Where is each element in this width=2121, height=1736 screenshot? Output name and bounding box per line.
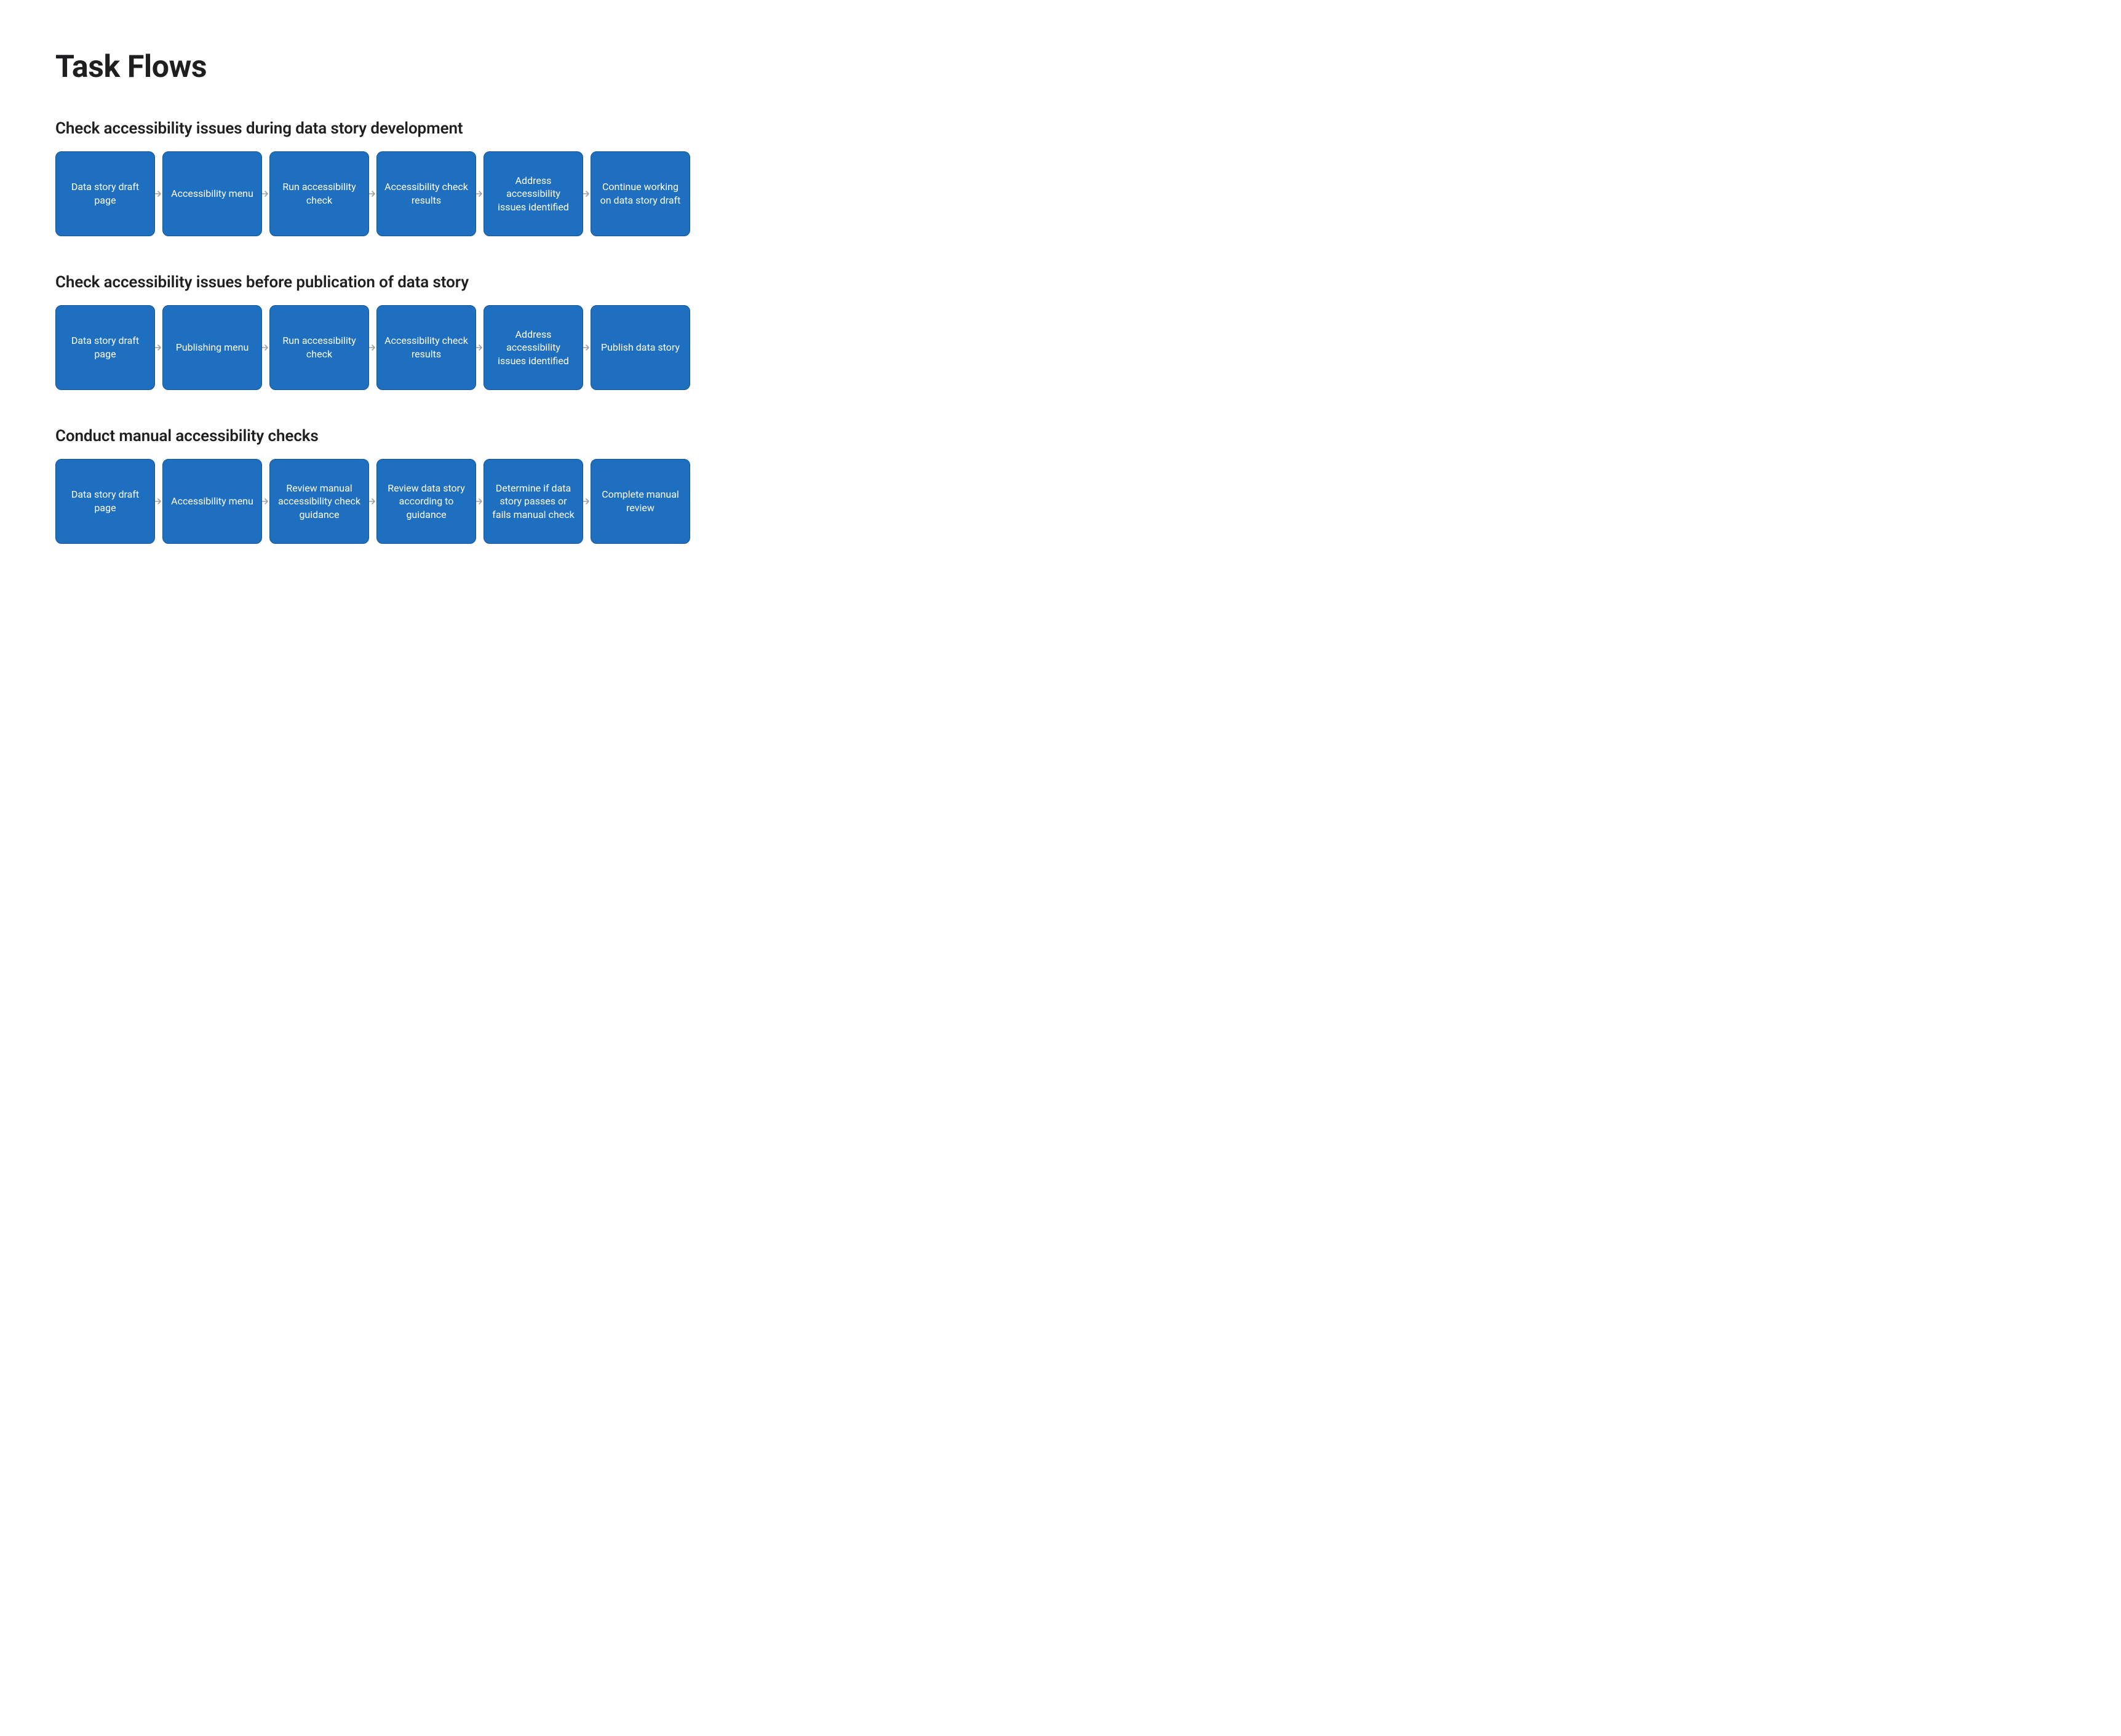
flow-section: Check accessibility issues before public… [55,273,683,390]
flow-step-label: Accessibility menu [171,187,253,201]
flow-step: Review manual accessibility check guidan… [269,459,369,544]
flow-step-label: Data story draft page [63,180,147,207]
arrow-right-icon [262,189,269,199]
flow-step: Accessibility menu [162,151,262,236]
flow-step: Publish data story [591,305,690,390]
flow-step-label: Review data story according to guidance [384,482,468,522]
flow-row: Data story draft page Accessibility menu… [55,459,683,544]
flow-step: Publishing menu [162,305,262,390]
flow-step: Data story draft page [55,459,155,544]
flow-step-label: Publishing menu [176,341,249,354]
flow-step: Accessibility check results [376,305,476,390]
flow-step: Run accessibility check [269,151,369,236]
flow-step: Accessibility check results [376,151,476,236]
flow-step-label: Accessibility check results [384,180,468,207]
flow-step-label: Address accessibility issues identified [491,328,575,368]
flow-step-label: Data story draft page [63,334,147,360]
flow-step: Address accessibility issues identified [483,305,583,390]
flow-step-label: Accessibility check results [384,334,468,360]
flow-step-label: Determine if data story passes or fails … [491,482,575,522]
arrow-right-icon [155,343,162,352]
flow-step-label: Address accessibility issues identified [491,174,575,214]
flow-step: Data story draft page [55,151,155,236]
flow-step: Run accessibility check [269,305,369,390]
flow-title: Check accessibility issues during data s… [55,119,683,138]
arrow-right-icon [369,343,376,352]
arrow-right-icon [583,189,591,199]
task-flows-page: Task Flows Check accessibility issues du… [0,0,738,630]
arrow-right-icon [476,343,483,352]
flow-step-label: Data story draft page [63,488,147,514]
flow-step-label: Continue working on data story draft [599,180,682,207]
flow-step-label: Publish data story [601,341,680,354]
arrow-right-icon [262,496,269,506]
page-title: Task Flows [55,49,683,85]
flow-step-label: Complete manual review [599,488,682,514]
arrow-right-icon [476,496,483,506]
flow-row: Data story draft page Accessibility menu… [55,151,683,236]
arrow-right-icon [155,496,162,506]
flow-step: Address accessibility issues identified [483,151,583,236]
flow-row: Data story draft page Publishing menu Ru… [55,305,683,390]
flow-step: Complete manual review [591,459,690,544]
arrow-right-icon [155,189,162,199]
flow-step: Accessibility menu [162,459,262,544]
arrow-right-icon [583,343,591,352]
flow-section: Conduct manual accessibility checks Data… [55,427,683,544]
arrow-right-icon [262,343,269,352]
flow-step-label: Run accessibility check [277,334,361,360]
arrow-right-icon [369,189,376,199]
flow-step-label: Run accessibility check [277,180,361,207]
arrow-right-icon [476,189,483,199]
flow-step-label: Accessibility menu [171,495,253,508]
flow-title: Check accessibility issues before public… [55,273,683,292]
flow-title: Conduct manual accessibility checks [55,427,683,445]
flow-step-label: Review manual accessibility check guidan… [277,482,361,522]
flow-section: Check accessibility issues during data s… [55,119,683,236]
arrow-right-icon [583,496,591,506]
arrow-right-icon [369,496,376,506]
flow-step: Determine if data story passes or fails … [483,459,583,544]
flow-step: Review data story according to guidance [376,459,476,544]
flow-step: Data story draft page [55,305,155,390]
flow-step: Continue working on data story draft [591,151,690,236]
